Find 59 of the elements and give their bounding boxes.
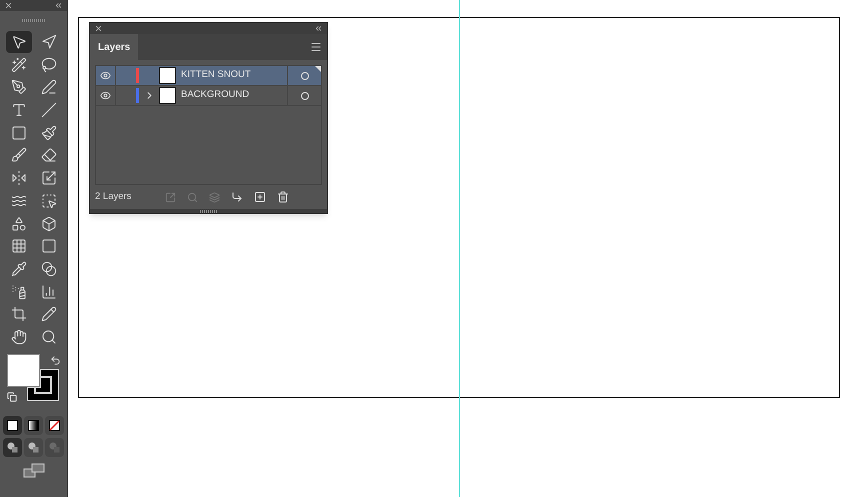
- draw-mode-button[interactable]: [3, 438, 22, 457]
- magic-wand-icon: [10, 56, 26, 73]
- hand-icon: [10, 328, 26, 345]
- layer-thumbnail: [159, 67, 176, 84]
- pencil-icon: [40, 306, 56, 322]
- selection-corner-icon: [315, 66, 321, 72]
- blob-brush-icon: [10, 147, 26, 164]
- fill-mode-button[interactable]: [24, 416, 43, 435]
- eyedropper-icon: [10, 260, 26, 277]
- fill-swatch-icon: [7, 420, 18, 431]
- eraser-icon: [40, 147, 56, 164]
- mesh-icon: [10, 238, 26, 254]
- line-icon: [40, 102, 56, 118]
- visibility-icon[interactable]: [100, 70, 111, 81]
- tool-button[interactable]: [6, 31, 32, 53]
- screen-mode-icon[interactable]: [22, 462, 44, 478]
- resize-grip[interactable]: [200, 210, 218, 212]
- layer-thumbnail: [159, 87, 176, 104]
- lasso-icon: [40, 56, 56, 73]
- draw-behind-icon: [28, 442, 39, 453]
- delete-icon[interactable]: [277, 191, 289, 203]
- draw-inside-icon: [49, 442, 60, 453]
- rectangle-icon: [10, 124, 26, 141]
- fill-swatch[interactable]: [6, 354, 40, 387]
- new-layer-icon[interactable]: [254, 191, 266, 203]
- layer-name: BACKGROUND: [181, 88, 250, 102]
- no-fill-icon: [49, 420, 60, 431]
- layer-count: 2 Layers: [95, 190, 132, 204]
- layer-row[interactable]: BACKGROUND: [96, 86, 321, 106]
- scale-icon: [40, 170, 56, 186]
- visibility-icon[interactable]: [100, 90, 111, 101]
- shape-builder-icon: [10, 216, 26, 232]
- grip-handle[interactable]: [22, 18, 46, 22]
- type-icon: [10, 102, 26, 118]
- fill-mode-button[interactable]: [45, 416, 64, 435]
- draw-normal-icon: [7, 442, 18, 453]
- menu-icon[interactable]: [310, 41, 322, 53]
- reflect-icon: [10, 170, 26, 186]
- fill-mode-button[interactable]: [3, 416, 22, 435]
- transform-icon: [40, 192, 56, 209]
- collapse-icon[interactable]: [54, 1, 63, 10]
- collapse-icon[interactable]: [314, 24, 323, 33]
- layer-name: KITTEN SNOUT: [181, 68, 252, 82]
- brush-icon: [40, 124, 56, 141]
- swap-icon[interactable]: [50, 354, 60, 366]
- search-icon: [40, 328, 56, 345]
- target-icon[interactable]: [300, 72, 308, 80]
- bar-chart-icon: [40, 284, 56, 300]
- arrow-pointer-icon: [10, 34, 26, 50]
- close-icon[interactable]: [4, 1, 13, 10]
- perspective-grid-icon: [40, 216, 56, 232]
- layer-row[interactable]: KITTEN SNOUT: [96, 66, 321, 86]
- pen-icon: [10, 79, 26, 96]
- blend-icon: [40, 260, 56, 277]
- gradient-swatch-icon: [28, 420, 39, 431]
- panel-tab[interactable]: Layers: [90, 34, 138, 60]
- draw-mode-button[interactable]: [24, 438, 43, 457]
- close-icon[interactable]: [94, 24, 103, 33]
- target-icon[interactable]: [300, 92, 308, 100]
